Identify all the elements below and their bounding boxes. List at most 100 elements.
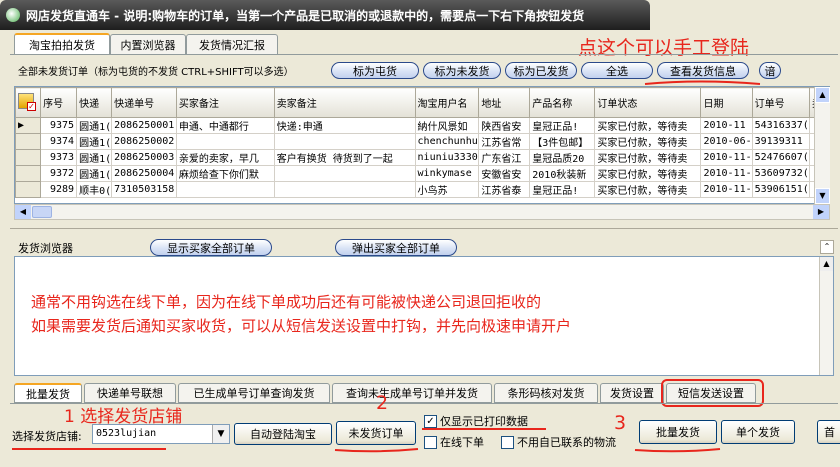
info-message-line1: 通常不用钩选在线下单，因为在线下单成功后还有可能被快递公司退回拒收的 [31,293,542,311]
table-vertical-scrollbar[interactable]: ▲ ▼ [814,87,830,204]
table-cell: 2010秋装新 [529,165,596,182]
table-cell: 9375 [40,117,78,134]
store-select[interactable]: 0523lujian ▼ [92,424,230,444]
table-cell: 江苏省泰 [478,181,531,198]
window-title: 网店发货直通车 - 说明:购物车的订单，当第一个产品是已取消的或退款中的，需要点… [26,8,585,23]
table-cell: 圆通1( [76,133,113,150]
show-all-buyer-orders-button[interactable]: 显示买家全部订单 [150,239,272,256]
table-row[interactable]: 9374 圆通1( 2086250002 chenchunhu 江苏省常 【3件… [15,133,829,150]
table-cell: 2010-06- [700,133,753,150]
auto-login-taobao-button[interactable]: 自动登陆淘宝 [234,423,332,445]
table-cell: 圆通1( [76,165,113,182]
column-header[interactable]: 地址 [478,87,531,118]
show-printed-underline-mark [422,428,546,430]
table-cell: 买家已付款，等待卖 [594,149,702,166]
column-header[interactable]: 买家备注 [175,87,275,118]
column-header[interactable]: 快递单号 [111,87,177,118]
dropdown-arrow-icon[interactable]: ▼ [212,425,229,443]
table-cell [175,133,275,150]
column-header-select[interactable]: ✓ [15,87,42,118]
batch-ship-underline-mark [634,448,721,453]
annotation-step2: 2 [376,392,389,414]
table-cell: 2010-11- [700,165,753,182]
table-cell: 53906151( [751,181,810,198]
column-header[interactable]: 淘宝用户名 [414,87,480,118]
table-header-row: ✓ 序号 快递 快递单号 买家备注 卖家备注 淘宝用户名 地址 产品名称 订单状… [15,87,829,118]
table-cell: 9289 [40,181,78,198]
tab-barcode-check[interactable]: 条形码核对发货 [494,383,598,403]
table-cell: 39139311 [751,133,810,150]
row-indicator [15,165,42,182]
annotation-manual-login: 点这个可以手工登陆 [578,37,750,59]
table-cell: 2086250003 [111,149,177,166]
column-header[interactable]: 订单号 [751,87,810,118]
online-order-checkbox[interactable]: 在线下单 [424,434,484,450]
table-row[interactable]: 9372 圆通1( 2086250004 麻烦给查下你们默 winkymase … [15,165,829,182]
table-cell: 顺丰0( [76,181,113,198]
column-header[interactable]: 日期 [700,87,753,118]
tab-query-ungenerated[interactable]: 查询未生成单号订单并发货 [332,383,492,403]
table-cell: 客户有换货 待货到了一起 [273,149,416,166]
select-all-grid-icon[interactable]: ✓ [18,93,36,111]
column-header[interactable]: 产品名称 [529,87,596,118]
store-select-value: 0523lujian [96,428,157,439]
single-ship-button[interactable]: 单个发货 [721,420,795,444]
scroll-thumb[interactable] [32,206,52,218]
column-header[interactable]: 订单状态 [594,87,702,118]
tab-batch-ship[interactable]: 批量发货 [14,383,82,403]
unshipped-orders-button[interactable]: 未发货订单 [336,421,416,445]
store-underline-mark [12,448,166,450]
table-cell: 买家已付款，等待卖 [594,133,702,150]
scroll-right-arrow-icon[interactable]: ▶ [813,205,829,219]
tab-query-generated[interactable]: 已生成单号订单查询发货 [178,383,330,403]
table-cell: 小鸟苏 [414,181,480,198]
tab-shipping-settings[interactable]: 发货设置 [600,383,664,403]
column-header[interactable]: 卖家备注 [273,87,416,118]
table-row[interactable]: 9289 顺丰0( 7310503158 小鸟苏 江苏省泰 皇冠正品! 买家已付… [15,181,829,198]
tab-taobao-paipai[interactable]: 淘宝拍拍发货 [14,33,110,55]
table-cell: 圆通1( [76,149,113,166]
table-row[interactable]: ▶ 9375 圆通1( 2086250001 申通、中通都行 快递:申通 納什风… [15,117,829,134]
column-header[interactable]: 序号 [40,87,78,118]
mark-shipped-button[interactable]: 标为已发货 [505,62,577,79]
scroll-left-arrow-icon[interactable]: ◀ [15,205,31,219]
mark-hoard-button[interactable]: 标为屯货 [331,62,419,79]
popup-all-buyer-orders-button[interactable]: 弹出买家全部订单 [335,239,457,256]
table-cell: 麻烦给查下你们默 [175,165,275,182]
table-row[interactable]: 9373 圆通1( 2086250003 亲爱的卖家，早几 客户有换货 待货到了… [15,149,829,166]
table-cell: chenchunhu [414,133,480,150]
row-indicator [15,181,42,198]
browser-scroll-up-icon[interactable]: ▲ [820,257,833,271]
table-cell: 2010-11 [700,117,753,134]
mark-unshipped-button[interactable]: 标为未发货 [423,62,501,79]
scroll-up-arrow-icon[interactable]: ▲ [815,87,830,103]
table-cell: 2086250001 [111,117,177,134]
tab-tracking-assoc[interactable]: 快递单号联想 [84,383,176,403]
batch-ship-button[interactable]: 批量发货 [639,420,717,444]
table-cell: 买家已付款，等待卖 [594,165,702,182]
table-cell: 亲爱的卖家，早几 [175,149,275,166]
column-header[interactable]: 快递 [76,87,113,118]
row-indicator [15,133,42,150]
table-cell: 【3件包邮】 [529,133,596,150]
collapse-panel-icon[interactable]: ⌃ [820,240,834,254]
checkbox-unchecked-icon[interactable] [501,435,514,449]
table-cell: 陕西省安 [478,117,531,134]
scroll-down-arrow-icon[interactable]: ▼ [815,188,830,204]
table-cell [273,165,416,182]
tab-built-in-browser[interactable]: 内置浏览器 [110,34,186,54]
table-cell: winkymase [414,165,480,182]
table-cell: 广东省江 [478,149,531,166]
table-cell: 9373 [40,149,78,166]
table-cell: 申通、中通都行 [175,117,275,134]
table-cell: 9372 [40,165,78,182]
browser-vertical-scrollbar[interactable]: ▲ [819,257,833,375]
checkbox-unchecked-icon[interactable] [424,435,437,449]
home-button[interactable]: 首 [817,420,840,444]
table-horizontal-scrollbar[interactable]: ◀ ▶ [14,204,830,220]
table-cell [273,133,416,150]
table-cell: 52476607( [751,149,810,166]
tab-shipping-report[interactable]: 发货情况汇报 [186,34,278,54]
no-own-logistics-checkbox[interactable]: 不用自已联系的物流 [501,434,616,450]
table-cell: 2010-11- [700,149,753,166]
